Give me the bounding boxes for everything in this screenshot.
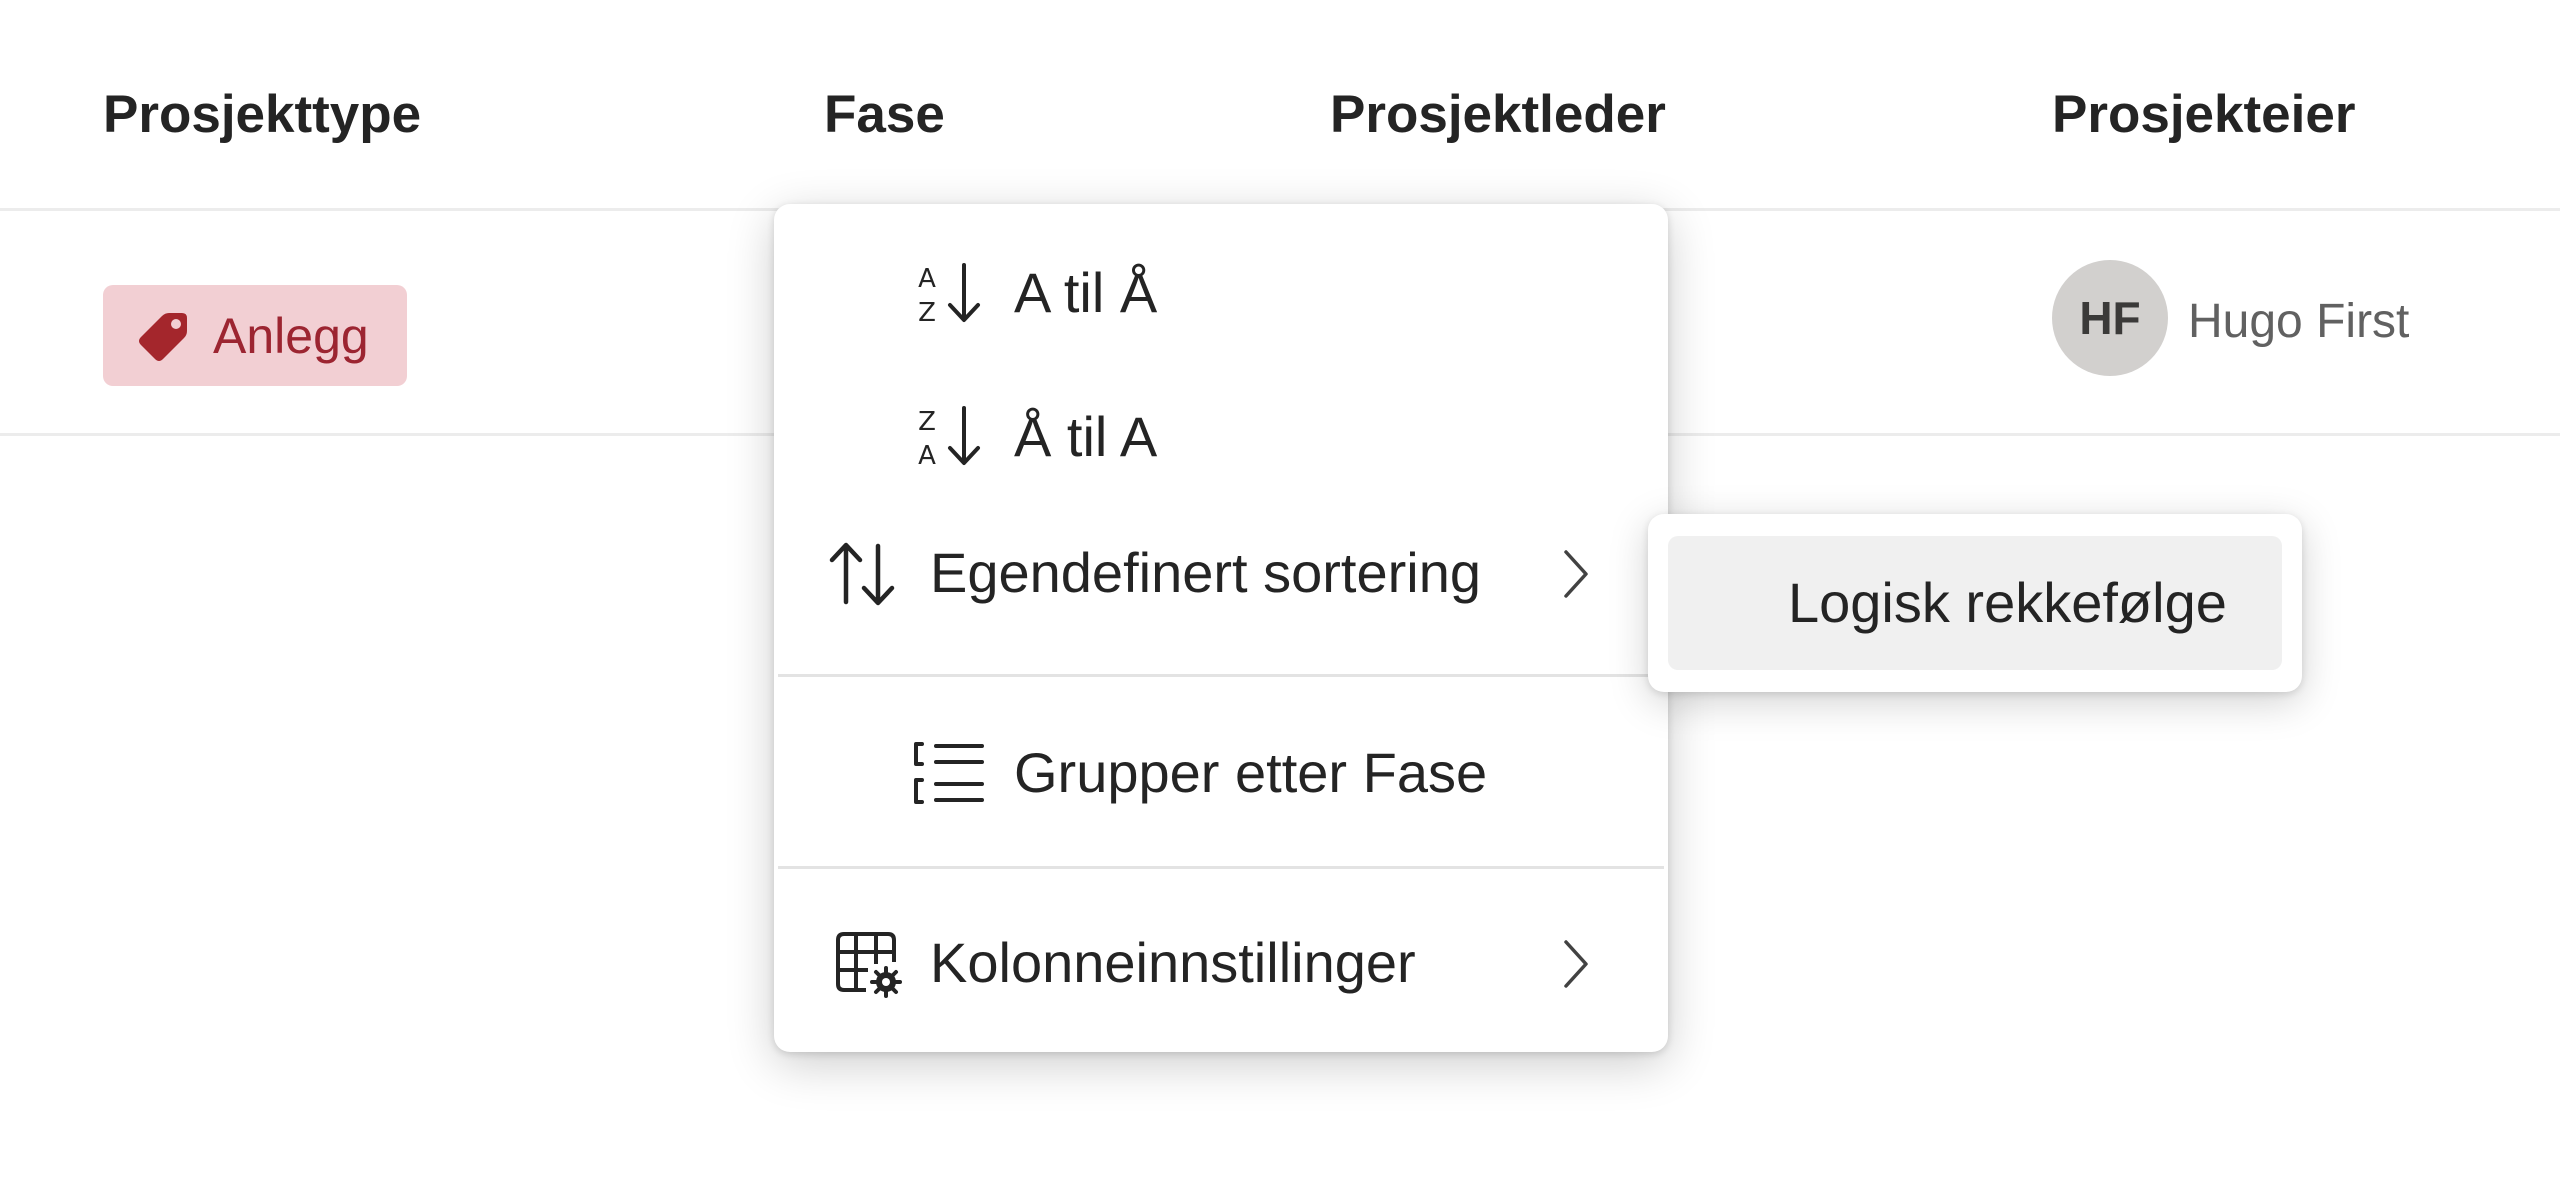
project-type-tag-label: Anlegg bbox=[213, 307, 369, 364]
avatar: HF bbox=[2052, 260, 2168, 376]
menu-item-column-settings[interactable]: Kolonneinnstillinger bbox=[774, 898, 1668, 1028]
menu-divider bbox=[778, 674, 1664, 677]
column-header-project-type[interactable]: Prosjekttype bbox=[103, 82, 421, 148]
svg-text:A: A bbox=[918, 264, 936, 294]
menu-item-sort-descending[interactable]: Z A Å til A bbox=[774, 368, 1668, 498]
project-type-tag: Anlegg bbox=[103, 285, 407, 386]
tag-icon bbox=[135, 307, 193, 365]
submenu-item-logical-order[interactable]: Logisk rekkefølge bbox=[1668, 536, 2282, 670]
column-header-project-leader[interactable]: Prosjektleder bbox=[1330, 82, 1666, 148]
menu-divider bbox=[778, 866, 1664, 869]
menu-item-label: Kolonneinnstillinger bbox=[930, 931, 1416, 994]
sort-descending-icon: Z A bbox=[914, 400, 986, 472]
custom-sort-submenu: Logisk rekkefølge bbox=[1648, 514, 2302, 692]
sort-ascending-icon: A Z bbox=[914, 257, 986, 329]
svg-text:A: A bbox=[918, 441, 936, 471]
avatar-initials: HF bbox=[2079, 292, 2141, 344]
menu-item-custom-sort[interactable]: Egendefinert sortering bbox=[774, 508, 1668, 638]
column-header-project-owner[interactable]: Prosjekteier bbox=[2052, 82, 2355, 148]
menu-item-label: A til Å bbox=[1014, 261, 1158, 324]
menu-item-label: Grupper etter Fase bbox=[1014, 741, 1488, 804]
chevron-right-icon bbox=[1556, 934, 1596, 994]
menu-item-label: Egendefinert sortering bbox=[930, 541, 1482, 604]
menu-item-group-by[interactable]: Grupper etter Fase bbox=[774, 708, 1668, 838]
project-owner-name: Hugo First bbox=[2188, 295, 2410, 348]
svg-text:Z: Z bbox=[918, 407, 936, 437]
project-list-view: Prosjekttype Fase Prosjektleder Prosjekt… bbox=[0, 0, 2560, 1197]
table-settings-icon bbox=[832, 928, 904, 1000]
chevron-right-icon bbox=[1556, 544, 1596, 604]
menu-item-label: Å til A bbox=[1014, 405, 1158, 468]
group-list-icon bbox=[912, 738, 988, 808]
menu-item-sort-ascending[interactable]: A Z A til Å bbox=[774, 228, 1668, 358]
arrow-sort-icon bbox=[824, 538, 900, 610]
svg-text:Z: Z bbox=[918, 298, 936, 328]
submenu-item-label: Logisk rekkefølge bbox=[1788, 571, 2227, 634]
column-header-phase[interactable]: Fase bbox=[824, 82, 945, 148]
column-context-menu: A Z A til Å Z A Å til A Egendefinert sor… bbox=[774, 204, 1668, 1052]
